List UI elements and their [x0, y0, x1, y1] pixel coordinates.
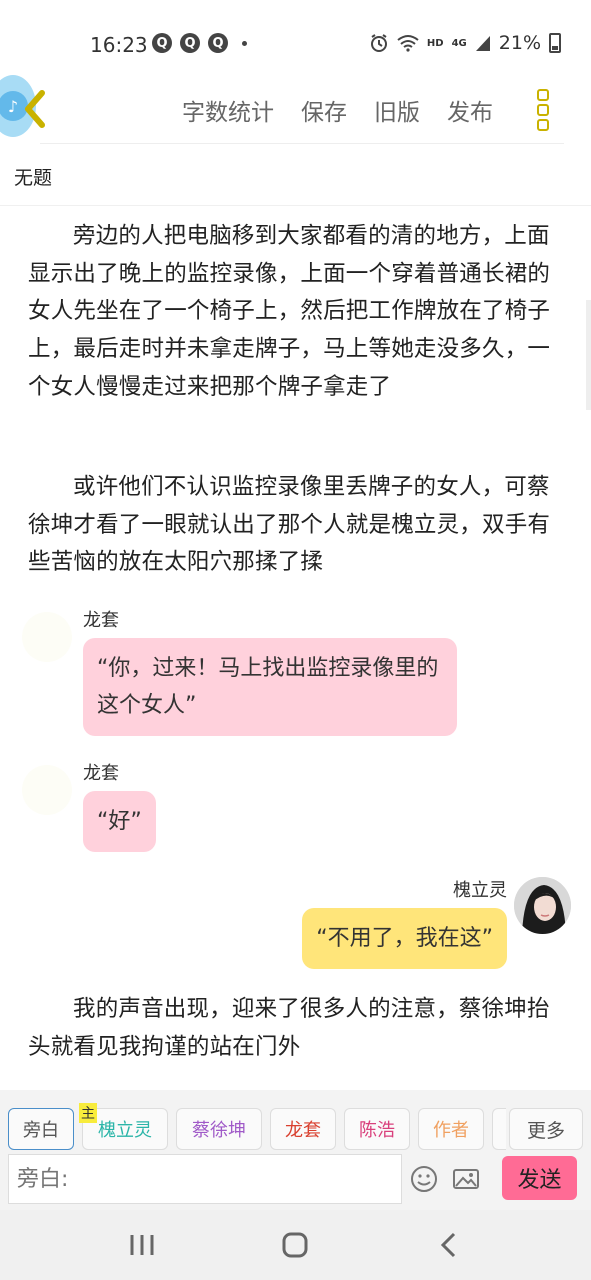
avatar	[22, 765, 72, 815]
role-label: 龙套	[285, 1120, 321, 1141]
system-nav-bar	[0, 1210, 591, 1280]
emoji-icon[interactable]	[410, 1165, 438, 1193]
alarm-icon	[370, 34, 387, 52]
avatar-portrait-icon	[514, 877, 571, 934]
battery-icon	[549, 33, 561, 53]
narration-paragraph[interactable]: 我的声音出现，迎来了很多人的注意，蔡徐坤抬头就看见我拘谨的站在门外	[28, 991, 558, 1066]
role-label: 作者	[433, 1120, 469, 1141]
recent-apps-icon[interactable]	[122, 1230, 162, 1260]
speaker-name: 龙套	[83, 610, 119, 631]
role-label: 蔡徐坤	[192, 1120, 246, 1141]
menu-square	[537, 89, 549, 101]
role-caixukun-button[interactable]: 蔡徐坤	[176, 1108, 262, 1150]
avatar	[514, 877, 571, 934]
old-version-button[interactable]: 旧版	[374, 93, 420, 127]
notification-icons: Q Q Q	[152, 33, 247, 53]
role-longtao-button[interactable]: 龙套	[270, 1108, 336, 1150]
divider	[0, 205, 591, 206]
notification-q-icon: Q	[208, 33, 228, 53]
toolbar-actions: 字数统计 保存 旧版 发布	[182, 93, 493, 127]
main-role-tag: 主	[79, 1103, 97, 1123]
input-row: 发送	[0, 1154, 591, 1206]
composer-panel: 旁白 主 槐立灵 蔡徐坤 龙套 陈浩 作者 更多 旁白: 发送	[0, 1090, 591, 1210]
back-icon[interactable]	[430, 1230, 470, 1260]
notification-q-icon: Q	[180, 33, 200, 53]
dialogue-input[interactable]	[8, 1154, 402, 1204]
role-huaililing-button[interactable]: 主 槐立灵	[79, 1103, 168, 1150]
word-count-button[interactable]: 字数统计	[182, 93, 274, 127]
signal-icon	[475, 36, 490, 51]
scrollbar[interactable]	[586, 300, 591, 410]
status-time: 16:23	[90, 33, 148, 57]
menu-square	[537, 119, 549, 131]
top-toolbar: ♪ 字数统计 保存 旧版 发布	[0, 75, 591, 145]
more-roles-button[interactable]: 更多	[509, 1108, 583, 1150]
battery-percent: 21%	[498, 32, 541, 54]
speaker-name: 槐立灵	[453, 880, 507, 901]
role-selector: 旁白 主 槐立灵 蔡徐坤 龙套 陈浩 作者	[8, 1103, 506, 1150]
status-right: HD 4G 21%	[369, 32, 561, 54]
dialogue-bubble[interactable]: “不用了，我在这”	[302, 908, 507, 969]
dialogue-bubble[interactable]: “你，过来！马上找出监控录像里的这个女人”	[83, 638, 457, 736]
menu-square	[537, 104, 549, 116]
back-chevron-icon[interactable]	[20, 89, 50, 129]
narration-paragraph[interactable]: 旁边的人把电脑移到大家都看的清的地方，上面显示出了晚上的监控录像，上面一个穿着普…	[28, 218, 558, 407]
role-author-button[interactable]: 作者	[418, 1108, 484, 1150]
send-button[interactable]: 发送	[502, 1156, 577, 1200]
dialogue-bubble[interactable]: “好”	[83, 791, 156, 852]
save-button[interactable]: 保存	[301, 93, 347, 127]
role-chenhao-button[interactable]: 陈浩	[344, 1108, 410, 1150]
publish-button[interactable]: 发布	[447, 93, 493, 127]
role-overflow-hint[interactable]	[492, 1108, 506, 1150]
speaker-name: 龙套	[83, 763, 119, 784]
image-icon[interactable]	[452, 1165, 480, 1193]
notification-q-icon: Q	[152, 33, 172, 53]
avatar	[22, 612, 72, 662]
divider	[40, 143, 564, 144]
role-label: 槐立灵	[98, 1120, 152, 1141]
narration-paragraph[interactable]: 或许他们不认识监控录像里丢牌子的女人，可蔡徐坤才看了一眼就认出了那个人就是槐立灵…	[28, 469, 558, 582]
role-label: 陈浩	[359, 1120, 395, 1141]
hd-indicator: HD	[426, 37, 444, 49]
home-icon[interactable]	[275, 1230, 315, 1260]
role-narrator-button[interactable]: 旁白	[8, 1108, 74, 1150]
role-label: 旁白	[23, 1120, 59, 1141]
more-menu-icon[interactable]	[537, 89, 551, 131]
wifi-icon	[397, 35, 419, 52]
network-indicator: 4G	[451, 37, 467, 49]
document-title[interactable]: 无题	[14, 163, 52, 190]
more-notifications-dot-icon	[242, 40, 247, 46]
